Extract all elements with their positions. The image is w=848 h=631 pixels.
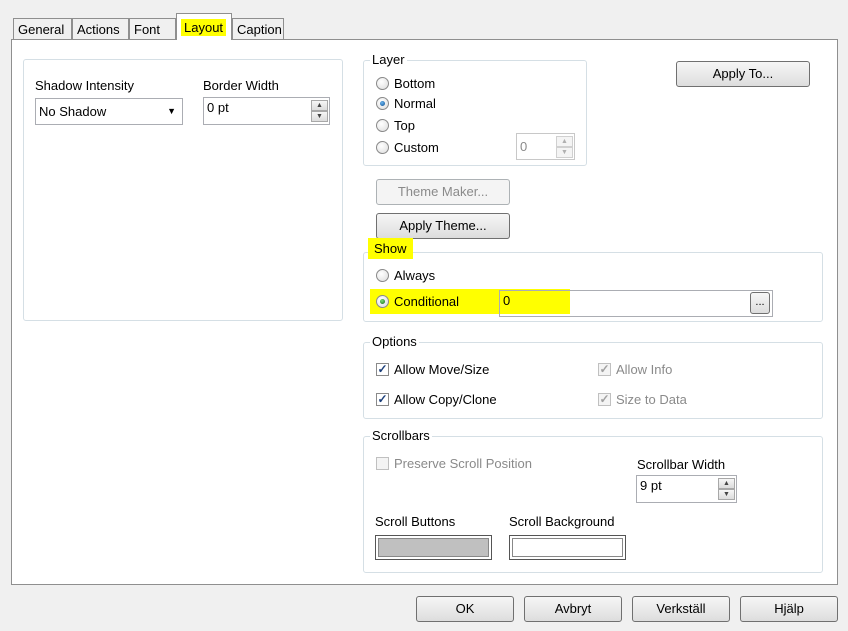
tab-actions[interactable]: Actions — [72, 18, 129, 39]
shadow-intensity-label: Shadow Intensity — [35, 78, 135, 93]
preserve-scroll-label: Preserve Scroll Position — [394, 456, 532, 471]
layer-custom-radio[interactable] — [376, 141, 389, 154]
border-width-label: Border Width — [203, 78, 279, 93]
spin-up-icon[interactable]: ▲ — [311, 100, 328, 111]
tab-font[interactable]: Font — [129, 18, 176, 39]
theme-maker-button[interactable]: Theme Maker... — [376, 179, 510, 205]
tab-layout[interactable]: Layout — [176, 13, 232, 40]
condition-value: 0 — [503, 293, 511, 308]
layer-custom-field[interactable]: 0 ▲ ▼ — [516, 133, 575, 160]
scroll-background-label: Scroll Background — [509, 514, 615, 529]
scroll-buttons-color-picker[interactable] — [375, 535, 492, 560]
show-conditional-radio[interactable] — [376, 295, 389, 308]
options-group — [363, 342, 823, 419]
scroll-background-swatch — [512, 538, 623, 557]
border-width-field[interactable]: 0 pt ▲ ▼ — [203, 97, 330, 125]
tab-general[interactable]: General — [13, 18, 72, 39]
layer-bottom-label: Bottom — [394, 76, 436, 91]
condition-expression-button[interactable]: ... — [750, 292, 770, 314]
scrollbar-width-label: Scrollbar Width — [637, 457, 726, 472]
scroll-background-color-picker[interactable] — [509, 535, 626, 560]
shadow-intensity-value: No Shadow — [39, 104, 107, 119]
allow-info-label: Allow Info — [616, 362, 673, 377]
tab-caption[interactable]: Caption — [232, 18, 284, 39]
allow-move-size-label: Allow Move/Size — [394, 362, 490, 377]
spin-down-icon[interactable]: ▼ — [556, 147, 573, 158]
layer-custom-value: 0 — [520, 139, 528, 154]
spin-down-icon[interactable]: ▼ — [311, 111, 328, 122]
allow-copy-clone-checkbox[interactable]: ✓ — [376, 393, 389, 406]
size-to-data-checkbox[interactable]: ✓ — [598, 393, 611, 406]
show-always-radio[interactable] — [376, 269, 389, 282]
ok-button[interactable]: OK — [416, 596, 514, 622]
spin-down-icon[interactable]: ▼ — [718, 489, 735, 500]
border-width-spinner: ▲ ▼ — [311, 100, 328, 122]
condition-field[interactable]: 0 — [499, 290, 773, 317]
layer-title: Layer — [370, 52, 407, 67]
layer-top-label: Top — [394, 118, 415, 133]
layout-panel: Shadow Intensity No Shadow ▼ Border Widt… — [11, 39, 838, 585]
options-title: Options — [370, 334, 419, 349]
border-width-value: 0 pt — [207, 100, 229, 115]
apply-to-button[interactable]: Apply To... — [676, 61, 810, 87]
apply-button[interactable]: Verkställ — [632, 596, 730, 622]
help-button[interactable]: Hjälp — [740, 596, 838, 622]
scroll-buttons-label: Scroll Buttons — [375, 514, 456, 529]
layer-custom-label: Custom — [394, 140, 439, 155]
layer-custom-spinner: ▲ ▼ — [556, 136, 573, 158]
spin-up-icon[interactable]: ▲ — [718, 478, 735, 489]
spin-up-icon[interactable]: ▲ — [556, 136, 573, 147]
scrollbars-title: Scrollbars — [370, 428, 432, 443]
scrollbar-width-field[interactable]: 9 pt ▲ ▼ — [636, 475, 737, 503]
size-to-data-label: Size to Data — [616, 392, 687, 407]
tab-layout-label: Layout — [181, 19, 227, 36]
show-conditional-label: Conditional — [394, 294, 460, 309]
layer-normal-radio[interactable] — [376, 97, 389, 110]
preserve-scroll-checkbox[interactable] — [376, 457, 389, 470]
show-title: Show — [368, 238, 413, 259]
allow-move-size-checkbox[interactable]: ✓ — [376, 363, 389, 376]
layer-top-radio[interactable] — [376, 119, 389, 132]
layer-normal-label: Normal — [394, 96, 436, 111]
chevron-down-icon: ▼ — [167, 106, 176, 116]
scroll-buttons-swatch — [378, 538, 489, 557]
layer-bottom-radio[interactable] — [376, 77, 389, 90]
scrollbar-width-value: 9 pt — [640, 478, 662, 493]
shadow-intensity-select[interactable]: No Shadow ▼ — [35, 98, 183, 125]
show-always-label: Always — [394, 268, 436, 283]
apply-theme-button[interactable]: Apply Theme... — [376, 213, 510, 239]
scrollbar-width-spinner: ▲ ▼ — [718, 478, 735, 500]
allow-info-checkbox[interactable]: ✓ — [598, 363, 611, 376]
allow-copy-clone-label: Allow Copy/Clone — [394, 392, 497, 407]
cancel-button[interactable]: Avbryt — [524, 596, 622, 622]
